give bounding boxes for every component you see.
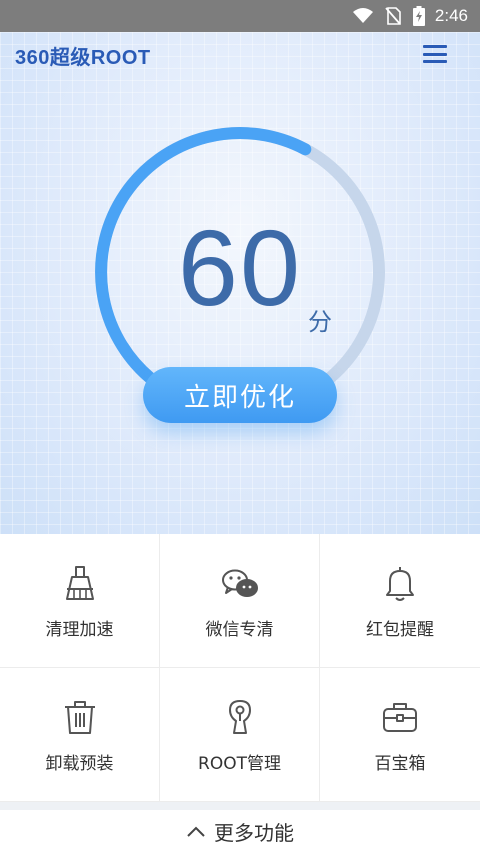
optimize-now-button[interactable]: 立即优化 xyxy=(143,367,337,423)
wechat-icon xyxy=(218,561,262,605)
no-sim-icon xyxy=(385,7,401,25)
feature-wechat-clean[interactable]: 微信专清 xyxy=(160,534,320,668)
feature-label: ROOT管理 xyxy=(198,754,281,774)
gauge-progress xyxy=(95,127,312,385)
score-panel: 360超级ROOT 60 分 立即优化 xyxy=(0,32,480,534)
wifi-icon xyxy=(352,8,373,24)
feature-label: 红包提醒 xyxy=(366,620,434,640)
status-bar: 2:46 xyxy=(0,0,480,32)
toolbox-icon xyxy=(378,695,422,739)
feature-label: 卸载预装 xyxy=(45,754,114,774)
status-time: 2:46 xyxy=(434,6,468,25)
broom-icon xyxy=(58,561,102,605)
more-features-label: 更多功能 xyxy=(214,821,294,845)
keyhole-icon xyxy=(218,695,262,739)
divider xyxy=(0,802,480,810)
feature-label: 百宝箱 xyxy=(374,754,426,774)
feature-toolbox[interactable]: 百宝箱 xyxy=(320,668,480,802)
score-gauge xyxy=(95,126,385,385)
trash-icon xyxy=(58,695,102,739)
feature-label: 清理加速 xyxy=(45,620,114,640)
bell-icon xyxy=(378,561,422,605)
chevron-up-icon xyxy=(186,826,206,838)
feature-red-packet-alert[interactable]: 红包提醒 xyxy=(320,534,480,668)
feature-uninstall-preinstalled[interactable]: 卸载预装 xyxy=(0,668,160,802)
feature-grid: 清理加速 微信专清 红包提醒 卸载预装 ROOT管理 百宝箱 xyxy=(0,534,480,802)
feature-root-management[interactable]: ROOT管理 xyxy=(160,668,320,802)
more-features-button[interactable]: 更多功能 xyxy=(0,810,480,853)
feature-clean-boost[interactable]: 清理加速 xyxy=(0,534,160,668)
battery-charging-icon xyxy=(412,6,425,26)
feature-label: 微信专清 xyxy=(205,620,274,640)
